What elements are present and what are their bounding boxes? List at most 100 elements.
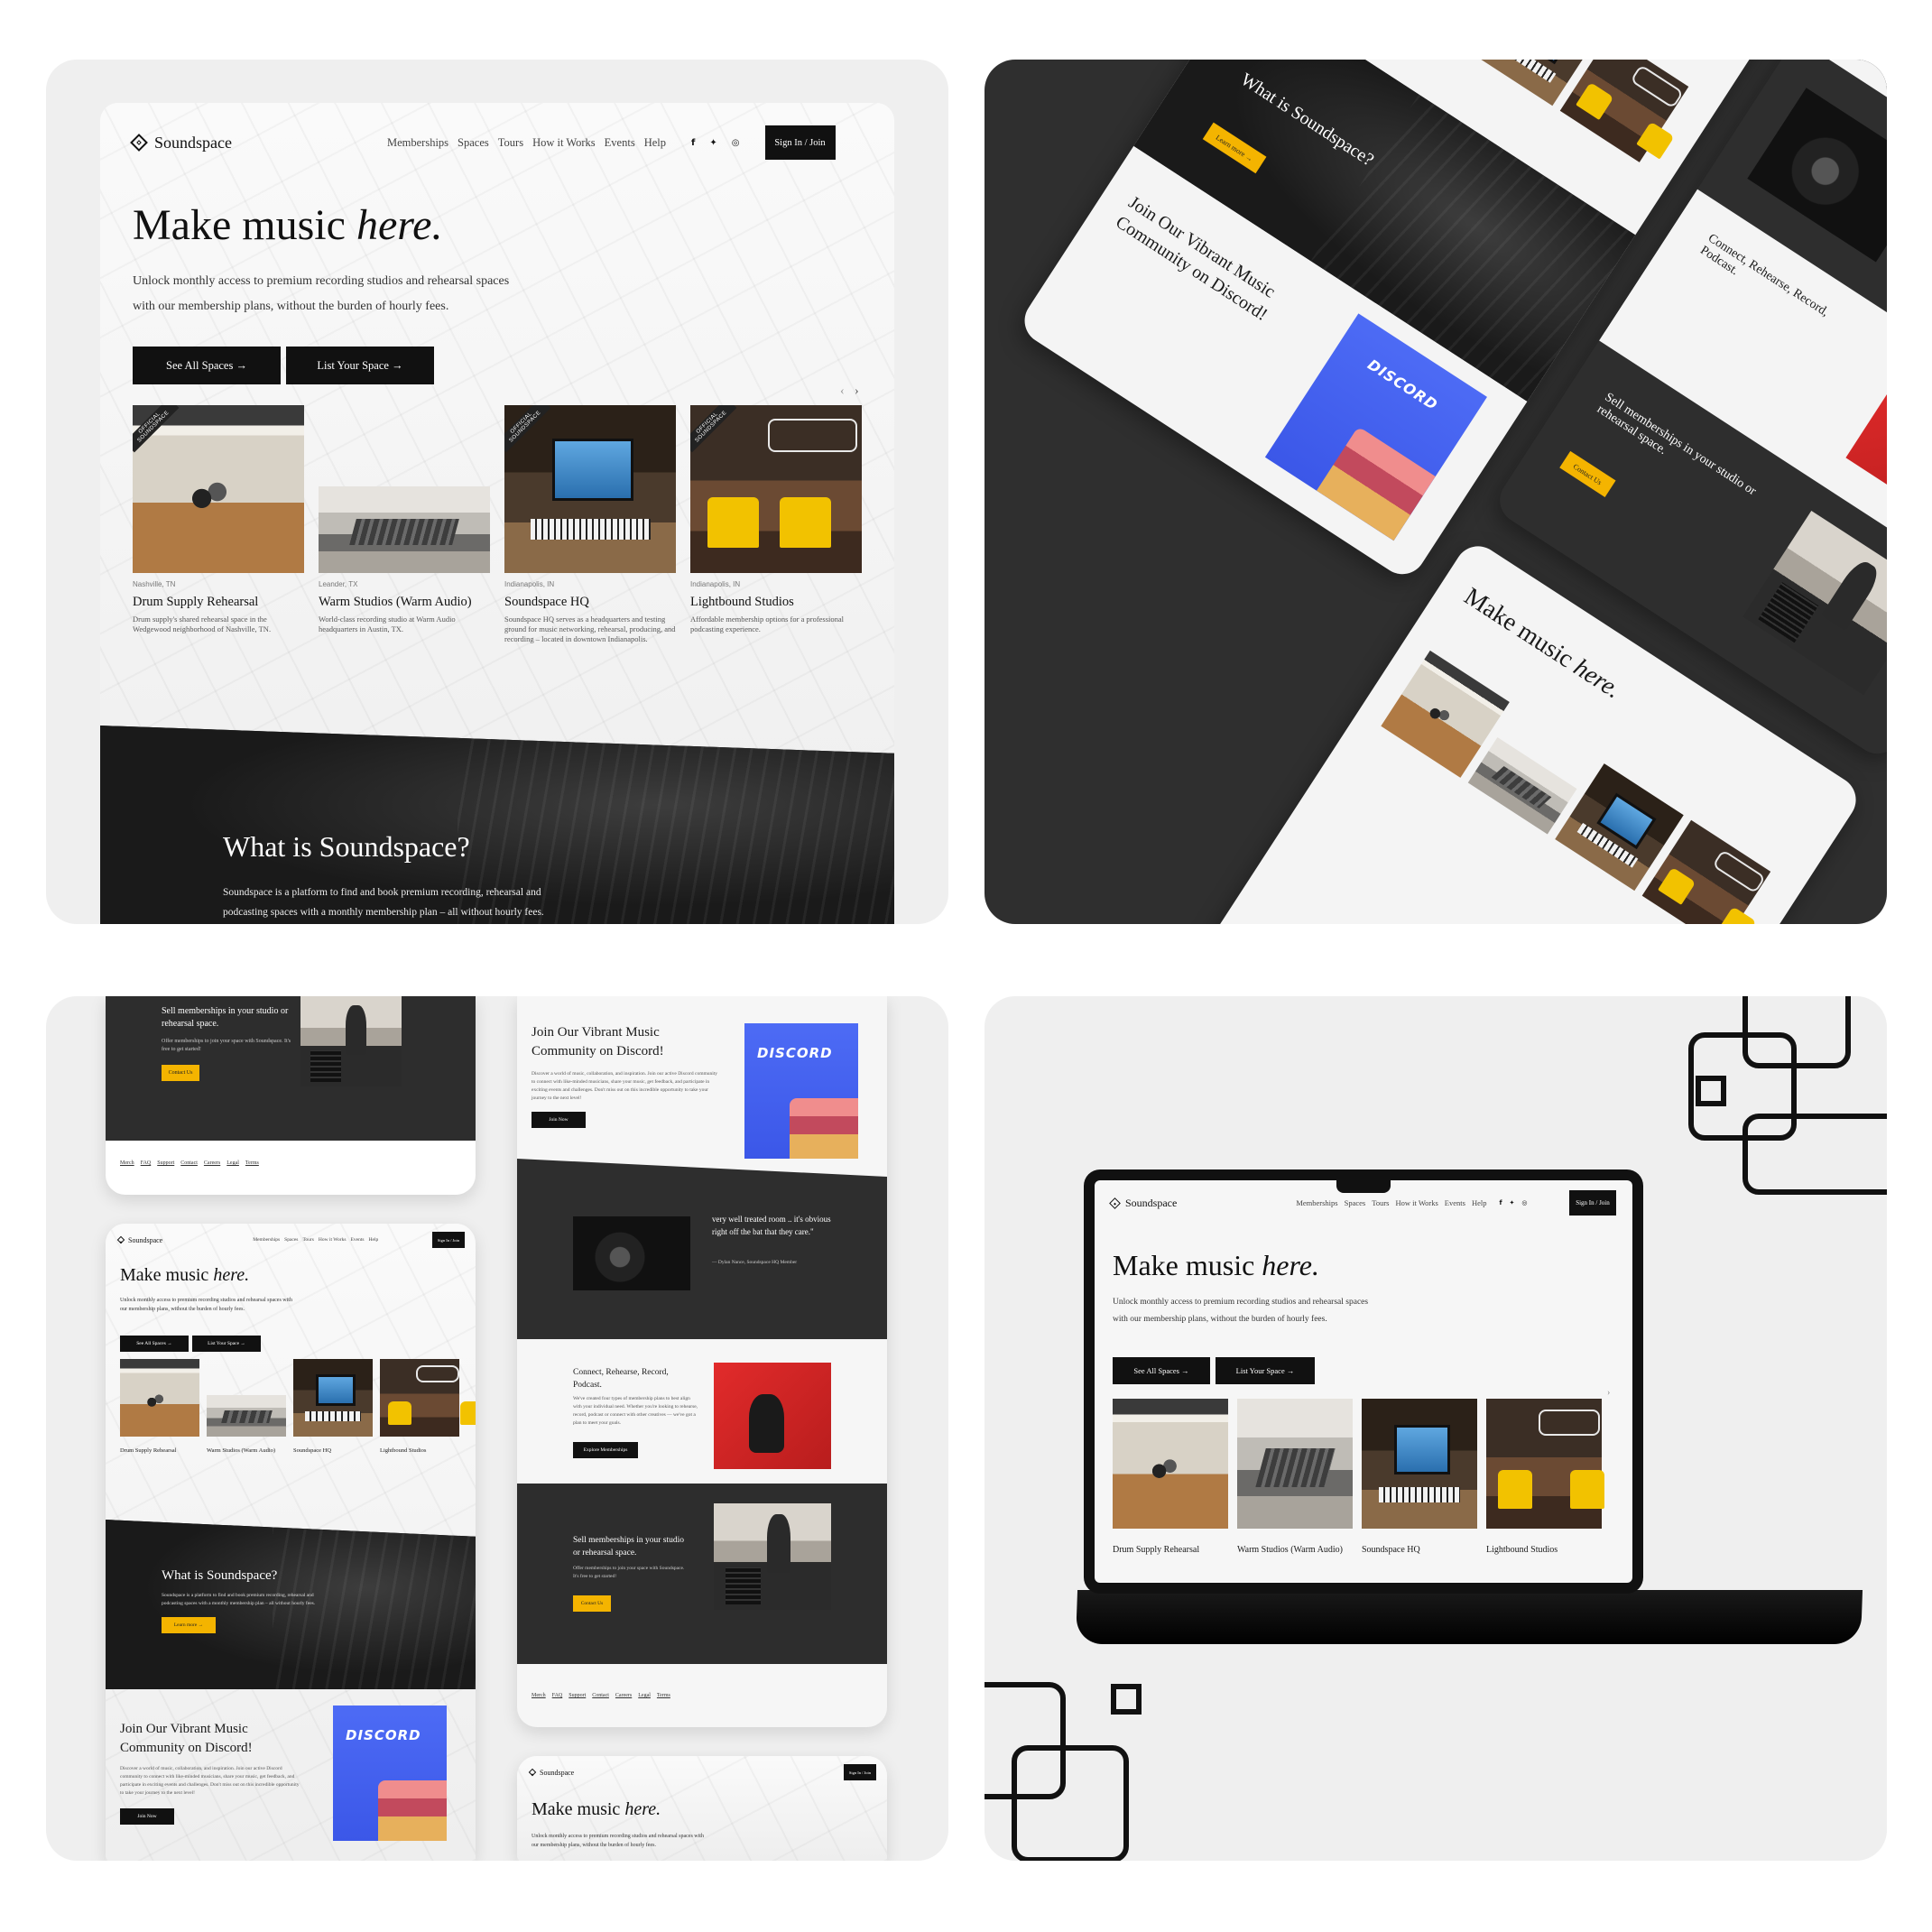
footer-link[interactable]: Legal [226, 1160, 239, 1166]
brand-logo[interactable]: Soundspace [528, 1769, 574, 1777]
space-card[interactable]: OFFICIAL SOUNDSPACE Nashville, TN Drum S… [133, 405, 304, 649]
sell-photo [714, 1503, 831, 1610]
brand-logo[interactable]: Soundspace [116, 1236, 162, 1244]
quote-author: — Dylan Nance, Soundspace HQ Member [712, 1260, 798, 1265]
brand-logo[interactable]: Soundspace [1109, 1197, 1177, 1210]
list-your-space-button[interactable]: List Your Space → [286, 347, 434, 384]
discord-card[interactable]: DISCORD [744, 1023, 858, 1159]
see-all-spaces-button[interactable]: See All Spaces → [120, 1336, 189, 1352]
nav-links: Memberships Spaces Tours How it Works Ev… [387, 136, 666, 150]
explore-memberships-button[interactable]: Explore Memberships [573, 1442, 638, 1458]
space-photo [1559, 60, 1689, 162]
nav-tours[interactable]: Tours [498, 136, 523, 150]
nav-memberships[interactable]: Memberships [1296, 1198, 1337, 1207]
space-description: Drum supply's shared rehearsal space in … [133, 615, 272, 633]
sell-title: Sell memberships in your studio or rehea… [162, 1006, 289, 1029]
space-photo [380, 1359, 459, 1437]
nav-events[interactable]: Events [605, 136, 635, 150]
footer-link[interactable]: FAQ [552, 1693, 563, 1698]
footer-link[interactable]: Contact [180, 1160, 198, 1166]
hero-subtitle: Unlock monthly access to premium recordi… [120, 1298, 292, 1312]
rotated-collage: Make music here. What is Soundspace? Lea… [984, 60, 1887, 924]
footer-link[interactable]: Terms [245, 1160, 259, 1166]
space-card[interactable]: OFFICIAL SOUNDSPACE Indianapolis, IN Sou… [504, 405, 676, 649]
footer-link[interactable]: Contact [592, 1693, 609, 1698]
footer-link[interactable]: Careers [615, 1693, 632, 1698]
nav-memberships[interactable]: Memberships [387, 136, 448, 150]
footer-link[interactable]: Merch [120, 1160, 134, 1166]
nav-help[interactable]: Help [369, 1237, 379, 1243]
hero-title: Make music here. [120, 1265, 250, 1285]
what-is-section: What is Soundspace? Soundspace is a plat… [100, 726, 894, 924]
footer-link[interactable]: Merch [532, 1693, 546, 1698]
sell-text: Offer memberships to join your space wit… [162, 1039, 291, 1052]
see-all-spaces-button[interactable]: See All Spaces → [1113, 1357, 1210, 1384]
brand-logo[interactable]: Soundspace [130, 134, 232, 153]
footer-link[interactable]: Careers [204, 1160, 220, 1166]
space-card[interactable]: Leander, TX Warm Studios (Warm Audio) Wo… [319, 405, 490, 649]
list-your-space-button[interactable]: List Your Space → [1216, 1357, 1315, 1384]
join-now-button[interactable]: Join Now [120, 1808, 174, 1825]
nav-memberships[interactable]: Memberships [253, 1237, 280, 1243]
nav-spaces[interactable]: Spaces [458, 136, 489, 150]
nav-how-it-works[interactable]: How it Works [532, 136, 596, 150]
nav-how-it-works[interactable]: How it Works [1395, 1198, 1437, 1207]
hero-subtitle: Unlock monthly access to premium recordi… [133, 274, 510, 313]
nav-events[interactable]: Events [1445, 1198, 1465, 1207]
quote-photo [573, 1216, 690, 1290]
mockup-laptop-tile: Soundspace Memberships Spaces Tours How it … [984, 996, 1887, 1861]
sell-title: Sell memberships in your studio or rehea… [573, 1536, 684, 1558]
nav-help[interactable]: Help [1472, 1198, 1487, 1207]
twitter-icon[interactable]: ✦ [1510, 1199, 1515, 1206]
space-card[interactable]: OFFICIAL SOUNDSPACE Indianapolis, IN Lig… [690, 405, 862, 649]
footer-link[interactable]: Support [157, 1160, 174, 1166]
mockup-desktop-tile: Soundspace Memberships Spaces Tours How … [46, 60, 948, 924]
sign-in-button[interactable]: Sign In / Join [844, 1764, 876, 1780]
facebook-icon[interactable]: f [691, 138, 695, 148]
twitter-icon[interactable]: ✦ [709, 138, 716, 148]
see-all-spaces-button[interactable]: See All Spaces → [133, 347, 281, 384]
footer-link[interactable]: FAQ [141, 1160, 152, 1166]
site-page: Soundspace Memberships Spaces Tours How … [100, 103, 894, 924]
list-your-space-button[interactable]: List Your Space → [192, 1336, 261, 1352]
sign-in-button[interactable]: Sign In / Join [1569, 1190, 1616, 1216]
laptop-lid: Soundspace Memberships Spaces Tours How it … [1084, 1169, 1643, 1594]
nav-help[interactable]: Help [644, 136, 666, 150]
nav-events[interactable]: Events [351, 1237, 365, 1243]
what-is-text: Soundspace is a platform to find and boo… [162, 1593, 316, 1606]
nav-how-it-works[interactable]: How it Works [319, 1237, 347, 1243]
nav-tours[interactable]: Tours [1372, 1198, 1389, 1207]
page-tablet-top: Soundspace Sign In / Join Make music her… [517, 1756, 887, 1861]
carousel-next-icon[interactable]: › [855, 384, 859, 399]
join-now-button[interactable]: Join Now [532, 1112, 586, 1128]
footer-link[interactable]: Terms [657, 1693, 670, 1698]
footer-link[interactable]: Legal [638, 1693, 651, 1698]
space-title: Soundspace HQ [504, 595, 589, 609]
space-title: Lightbound Studios [690, 595, 794, 609]
space-photo [319, 486, 490, 573]
hero-title: Make music here. [1113, 1249, 1319, 1281]
facebook-icon[interactable]: f [1499, 1199, 1502, 1206]
carousel-prev-icon[interactable]: ‹ [840, 384, 845, 399]
nav-spaces[interactable]: Spaces [284, 1237, 298, 1243]
footer-links: Merch FAQ Support Contact Careers Legal … [120, 1160, 259, 1166]
footer-link[interactable]: Support [569, 1693, 586, 1698]
contact-us-button[interactable]: Contact Us [162, 1065, 199, 1081]
nav-tours[interactable]: Tours [302, 1237, 313, 1243]
discord-card[interactable]: DISCORD [333, 1706, 447, 1841]
contact-us-button[interactable]: Contact Us [573, 1595, 611, 1612]
social-links: f ✦ ◎ [691, 138, 739, 148]
sign-in-button[interactable]: Sign In / Join [764, 125, 836, 160]
instagram-icon[interactable]: ◎ [732, 138, 740, 148]
learn-more-button[interactable]: Learn more → [1202, 122, 1267, 174]
nav-spaces[interactable]: Spaces [1345, 1198, 1366, 1207]
space-photo [120, 1359, 199, 1437]
sign-in-button[interactable]: Sign In / Join [432, 1232, 465, 1248]
contact-us-button[interactable]: Contact Us [1559, 450, 1616, 497]
what-is-title: What is Soundspace? [162, 1568, 278, 1583]
carousel-next-icon[interactable]: › [1607, 1388, 1610, 1398]
instagram-icon[interactable]: ◎ [1521, 1199, 1527, 1206]
learn-more-button[interactable]: Learn more → [162, 1617, 216, 1633]
discord-label: DISCORD [346, 1727, 421, 1743]
sell-section: Sell memberships in your studio or rehea… [517, 1484, 887, 1664]
